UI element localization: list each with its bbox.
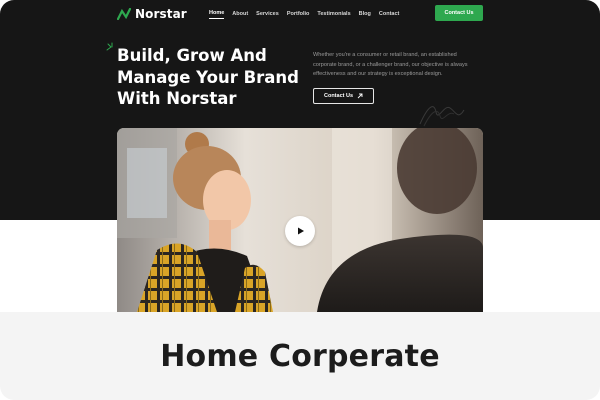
template-caption: Home Corperate [160,338,440,374]
nav-item-services[interactable]: Services [256,10,279,18]
zigzag-logo-icon [117,8,131,20]
play-icon [297,227,304,235]
squiggle-decoration [419,106,465,127]
main-nav: Home About Services Portfolio Testimonia… [209,9,399,19]
hero-title: Build, Grow And Manage Your Brand With N… [117,45,317,110]
hero-title-line: Build, Grow And [117,46,267,65]
caption-bar: Home Corperate [0,312,600,400]
sparkle-icon [106,42,113,51]
template-preview-card[interactable]: Norstar Home About Services Portfolio Te… [0,0,600,400]
nav-item-portfolio[interactable]: Portfolio [287,10,310,18]
nav-item-contact[interactable]: Contact [379,10,399,18]
play-button[interactable] [285,216,315,246]
header-contact-button[interactable]: Contact Us [435,5,483,21]
nav-item-blog[interactable]: Blog [359,10,371,18]
hero-video[interactable] [117,128,483,312]
hero-description: Whether you're a consumer or retail bran… [313,51,485,80]
hero-contact-button[interactable]: Contact Us [313,88,374,104]
hero-description-line: Whether you're a consumer or retail bran… [313,52,457,58]
hero-description-line: effectiveness and our strategy is except… [313,71,443,78]
brand-logo[interactable]: Norstar [117,6,187,22]
hero-title-line: Manage Your Brand [117,67,299,87]
nav-item-about[interactable]: About [232,10,248,18]
arrow-up-right-icon [357,93,363,99]
nav-item-testimonials[interactable]: Testimonials [317,10,350,18]
nav-item-home[interactable]: Home [209,9,225,19]
brand-name: Norstar [135,7,187,21]
hero-description-line: corporate brand, or a challenger brand, … [313,61,468,68]
hero-title-line: With Norstar [117,89,237,108]
hero-contact-button-label: Contact Us [323,93,354,99]
